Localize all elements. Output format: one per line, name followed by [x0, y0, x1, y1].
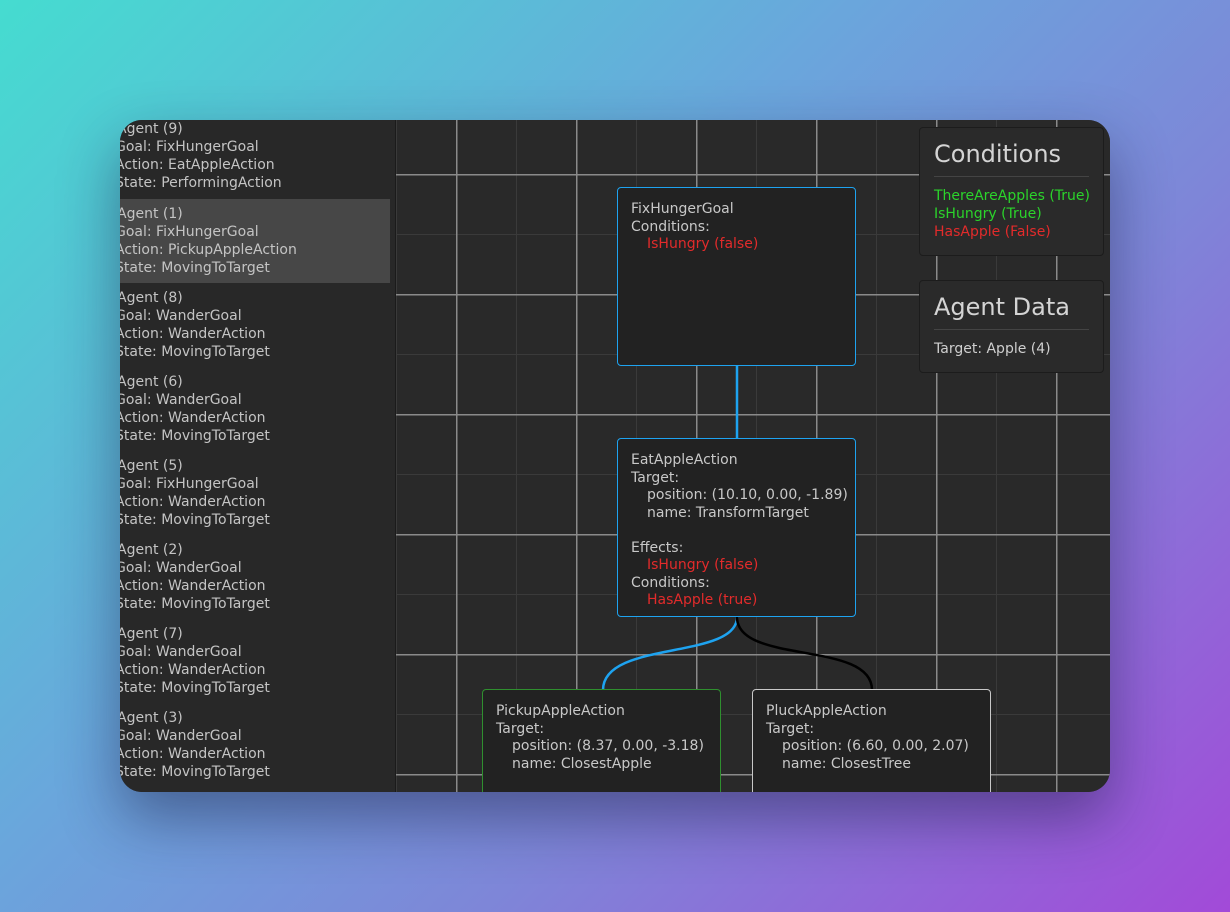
agent-name: Agent (5) — [120, 458, 183, 474]
agent-name: Agent (8) — [120, 290, 183, 306]
agent-action: Action: EatAppleAction — [120, 157, 275, 173]
agent-list-item[interactable]: Agent (9) Goal: FixHungerGoal Action: Ea… — [120, 120, 390, 204]
agent-name: Agent (6) — [120, 374, 183, 390]
agent-name: Agent (2) — [120, 542, 183, 558]
target-position: position: (10.10, 0.00, -1.89) — [647, 487, 848, 503]
agent-goal: Goal: FixHungerGoal — [120, 139, 259, 155]
agent-state: State: MovingToTarget — [120, 764, 270, 780]
condition-item: IsHungry (false) — [647, 236, 759, 252]
conditions-panel-title: Conditions — [934, 140, 1089, 177]
condition-item: HasApple (true) — [647, 592, 758, 608]
agent-action: Action: WanderAction — [120, 326, 266, 342]
target-name: name: TransformTarget — [647, 504, 809, 521]
world-condition-item: ThereAreApples (True) — [934, 188, 1090, 204]
agent-goal: Goal: WanderGoal — [120, 392, 242, 408]
eat-apple-action-node[interactable]: EatAppleAction Target: position: (10.10,… — [617, 438, 856, 617]
target-name: name: ClosestTree — [782, 755, 911, 772]
agent-list-item[interactable]: Agent (8) Goal: WanderGoal Action: Wande… — [120, 289, 390, 373]
conditions-label: Conditions: — [631, 574, 710, 591]
target-label: Target: — [631, 469, 680, 486]
agent-list-item[interactable]: Agent (6) Goal: WanderGoal Action: Wande… — [120, 373, 390, 457]
effect-item: IsHungry (false) — [647, 557, 759, 573]
pluck-apple-action-node[interactable]: PluckAppleAction Target: position: (6.60… — [752, 689, 991, 792]
agent-goal: Goal: WanderGoal — [120, 728, 242, 744]
goal-node[interactable]: FixHungerGoal Conditions: IsHungry (fals… — [617, 187, 856, 366]
agent-state: State: MovingToTarget — [120, 596, 270, 612]
agent-state: State: PerformingAction — [120, 175, 282, 191]
agent-state: State: MovingToTarget — [120, 680, 270, 696]
agent-name: Agent (3) — [120, 710, 183, 726]
conditions-panel: Conditions ThereAreApples (True) IsHungr… — [919, 127, 1104, 256]
agent-action: Action: WanderAction — [120, 578, 266, 594]
world-condition-item: IsHungry (True) — [934, 206, 1042, 222]
agent-data-panel: Agent Data Target: Apple (4) — [919, 280, 1104, 373]
agent-goal: Goal: WanderGoal — [120, 308, 242, 324]
target-label: Target: — [496, 720, 545, 737]
target-position: position: (6.60, 0.00, 2.07) — [782, 738, 969, 754]
node-title: FixHungerGoal — [631, 201, 734, 217]
agent-name: Agent (7) — [120, 626, 183, 642]
agent-state: State: MovingToTarget — [120, 260, 270, 276]
pickup-apple-action-node[interactable]: PickupAppleAction Target: position: (8.3… — [482, 689, 721, 792]
agent-list-item[interactable]: Agent (2) Goal: WanderGoal Action: Wande… — [120, 541, 390, 625]
effects-label: Effects: — [631, 539, 684, 556]
agent-name: Agent (1) — [120, 206, 183, 222]
agent-list-item[interactable]: Agent (3) Goal: WanderGoal Action: Wande… — [120, 709, 390, 792]
agent-goal: Goal: FixHungerGoal — [120, 476, 259, 492]
conditions-label: Conditions: — [631, 218, 710, 235]
node-title: EatAppleAction — [631, 452, 738, 468]
agent-action: Action: WanderAction — [120, 662, 266, 678]
agent-list-item-selected[interactable]: Agent (1) Goal: FixHungerGoal Action: Pi… — [120, 199, 390, 283]
target-name: name: ClosestApple — [512, 755, 652, 772]
edge-eat-to-pickup — [601, 616, 739, 691]
goap-debugger-window: Agent (9) Goal: FixHungerGoal Action: Ea… — [120, 120, 1110, 792]
agent-action: Action: WanderAction — [120, 746, 266, 762]
agent-name: Agent (9) — [120, 121, 183, 137]
edge-eat-to-pluck — [735, 616, 874, 691]
graph-canvas[interactable]: FixHungerGoal Conditions: IsHungry (fals… — [396, 120, 1110, 792]
target-label: Target: — [766, 720, 815, 737]
agent-list-item[interactable]: Agent (7) Goal: WanderGoal Action: Wande… — [120, 625, 390, 709]
agent-list[interactable]: Agent (9) Goal: FixHungerGoal Action: Ea… — [120, 120, 396, 792]
agent-state: State: MovingToTarget — [120, 512, 270, 528]
agent-goal: Goal: WanderGoal — [120, 644, 242, 660]
node-title: PluckAppleAction — [766, 703, 887, 719]
agent-data-panel-title: Agent Data — [934, 293, 1089, 330]
agent-goal: Goal: WanderGoal — [120, 560, 242, 576]
agent-list-item[interactable]: Agent (5) Goal: FixHungerGoal Action: Wa… — [120, 457, 390, 541]
agent-goal: Goal: FixHungerGoal — [120, 224, 259, 240]
agent-action: Action: PickupAppleAction — [120, 242, 297, 258]
agent-state: State: MovingToTarget — [120, 428, 270, 444]
agent-action: Action: WanderAction — [120, 494, 266, 510]
agent-target: Target: Apple (4) — [934, 341, 1051, 357]
target-position: position: (8.37, 0.00, -3.18) — [512, 738, 704, 754]
node-title: PickupAppleAction — [496, 703, 625, 719]
world-condition-item: HasApple (False) — [934, 224, 1051, 240]
agent-action: Action: WanderAction — [120, 410, 266, 426]
agent-state: State: MovingToTarget — [120, 344, 270, 360]
